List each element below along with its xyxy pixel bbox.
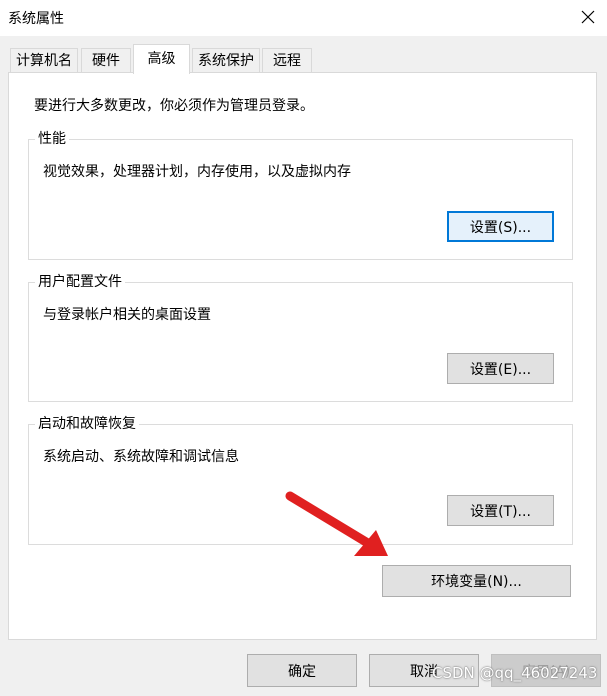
ok-button[interactable]: 确定: [247, 654, 357, 687]
tab-computer-name[interactable]: 计算机名: [10, 48, 78, 72]
group-user-profiles-description: 与登录帐户相关的桌面设置: [43, 307, 211, 323]
group-performance-description: 视觉效果，处理器计划，内存使用，以及虚拟内存: [43, 164, 351, 180]
environment-variables-button[interactable]: 环境变量(N)...: [382, 565, 571, 597]
tab-advanced[interactable]: 高级: [133, 44, 190, 74]
annotation-arrow-icon: [285, 491, 388, 556]
group-startup-recovery-description: 系统启动、系统故障和调试信息: [43, 449, 239, 465]
admin-notice: 要进行大多数更改，你必须作为管理员登录。: [34, 98, 314, 114]
user-profiles-settings-button[interactable]: 设置(E)...: [447, 353, 554, 384]
window-title: 系统属性: [8, 11, 64, 27]
tab-system-protection[interactable]: 系统保护: [192, 48, 260, 72]
startup-recovery-settings-button[interactable]: 设置(T)...: [447, 495, 554, 526]
tab-hardware[interactable]: 硬件: [81, 48, 131, 72]
group-user-profiles: 用户配置文件 与登录帐户相关的桌面设置: [28, 273, 573, 402]
group-startup-recovery-title: 启动和故障恢复: [35, 415, 139, 433]
performance-settings-button[interactable]: 设置(S)...: [447, 211, 554, 242]
title-bar: 系统属性: [0, 0, 607, 36]
close-icon[interactable]: [572, 2, 604, 32]
watermark: CSDN @qq_46027243: [432, 664, 598, 682]
tab-remote[interactable]: 远程: [262, 48, 312, 72]
group-performance-title: 性能: [35, 130, 69, 148]
group-user-profiles-title: 用户配置文件: [35, 273, 125, 291]
